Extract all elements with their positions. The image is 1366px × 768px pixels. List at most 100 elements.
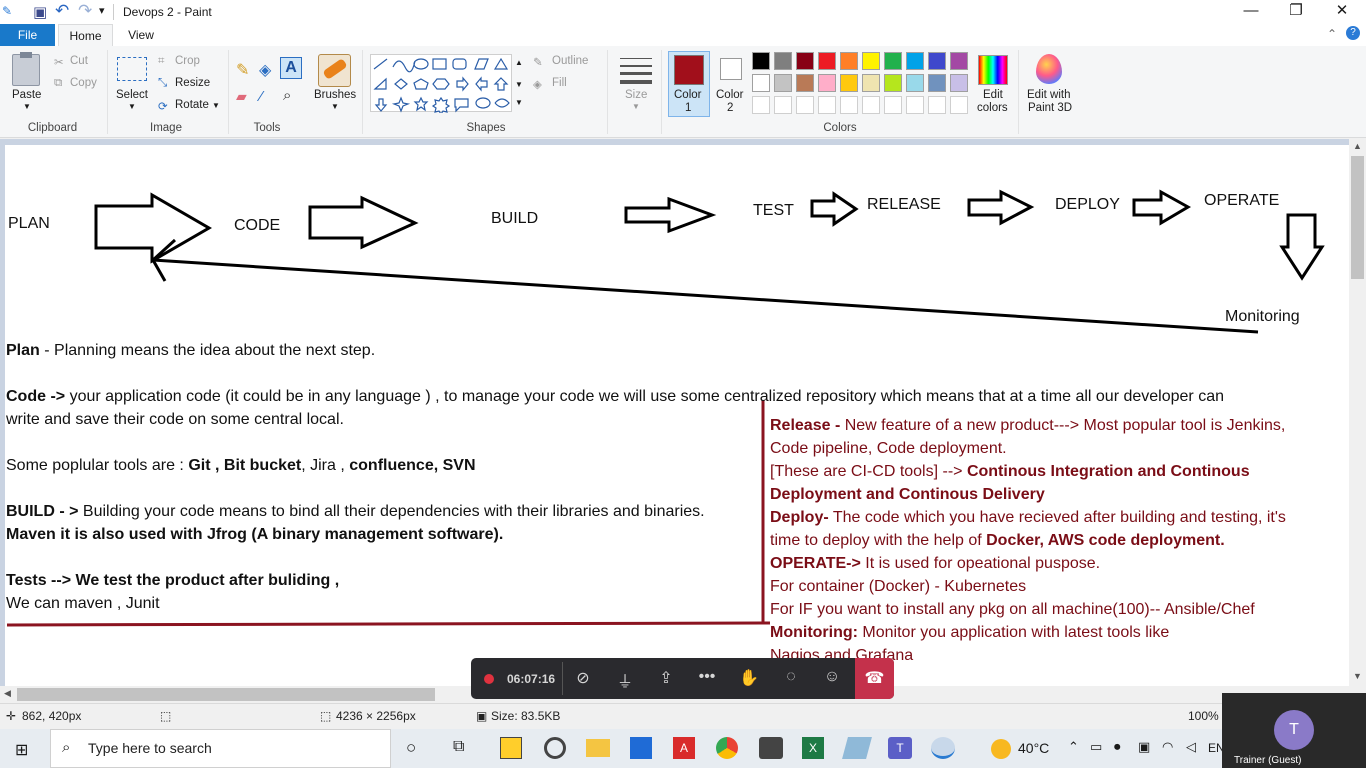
palette-color-swatch[interactable] bbox=[928, 74, 946, 92]
search-input[interactable]: Type here to search bbox=[88, 740, 212, 756]
palette-color-swatch[interactable] bbox=[818, 74, 836, 92]
tab-file[interactable]: File bbox=[0, 24, 55, 46]
horizontal-scroll-thumb[interactable] bbox=[17, 688, 435, 701]
select-chevron-icon[interactable]: ▼ bbox=[128, 102, 136, 111]
palette-color-swatch[interactable] bbox=[884, 74, 902, 92]
excel-icon[interactable]: X bbox=[802, 737, 824, 759]
palette-custom-swatch[interactable] bbox=[928, 96, 946, 114]
maximize-button[interactable]: ❐ bbox=[1273, 0, 1319, 24]
palette-custom-swatch[interactable] bbox=[840, 96, 858, 114]
shapes-more-icon[interactable]: ▼ bbox=[515, 98, 523, 107]
palette-color-swatch[interactable] bbox=[840, 74, 858, 92]
scroll-down-icon[interactable]: ▼ bbox=[1353, 671, 1362, 681]
palette-color-swatch[interactable] bbox=[906, 74, 924, 92]
task-view-icon[interactable]: ⧉ bbox=[453, 738, 464, 756]
vertical-scrollbar[interactable]: ▲ ▼ bbox=[1349, 139, 1366, 686]
redo-icon[interactable]: ↷ bbox=[78, 1, 92, 21]
palette-custom-swatch[interactable] bbox=[818, 96, 836, 114]
help-icon[interactable]: ? bbox=[1346, 26, 1360, 40]
rotate-button[interactable]: Rotate bbox=[175, 99, 209, 111]
cut-button[interactable]: Cut bbox=[70, 55, 88, 67]
participants-icon[interactable]: ☺ bbox=[814, 668, 850, 686]
recorder-icon[interactable] bbox=[544, 737, 566, 759]
drawing-canvas[interactable]: PLAN CODE BUILD TEST RELEASE DEPLOY OPER… bbox=[5, 145, 1349, 686]
volume-icon[interactable]: ◁ bbox=[1186, 739, 1196, 755]
windows-start-icon[interactable]: ⊞ bbox=[15, 740, 28, 760]
wifi-icon[interactable]: ◠ bbox=[1162, 739, 1173, 755]
file-explorer-icon[interactable] bbox=[586, 739, 610, 757]
acrobat-icon[interactable]: A bbox=[673, 737, 695, 759]
tab-view[interactable]: View bbox=[115, 24, 167, 46]
shapes-gallery[interactable] bbox=[370, 54, 512, 116]
palette-custom-swatch[interactable] bbox=[884, 96, 902, 114]
meeting-tray-icon[interactable]: ▭ bbox=[1090, 739, 1102, 755]
scroll-up-icon[interactable]: ▲ bbox=[1353, 141, 1362, 151]
palette-custom-swatch[interactable] bbox=[862, 96, 880, 114]
palette-color-swatch[interactable] bbox=[950, 74, 968, 92]
color-picker-icon[interactable]: ⁄ bbox=[260, 88, 263, 105]
palette-custom-swatch[interactable] bbox=[774, 96, 792, 114]
outline-button[interactable]: Outline bbox=[552, 55, 588, 67]
scroll-left-icon[interactable]: ◀ bbox=[4, 688, 11, 699]
chat-icon[interactable]: ◌ bbox=[773, 668, 809, 686]
paint-taskbar-icon[interactable] bbox=[931, 737, 955, 759]
raise-hand-icon[interactable]: ✋ bbox=[731, 668, 767, 688]
collapse-ribbon-icon[interactable]: ⌃ bbox=[1327, 27, 1337, 41]
edit-colors-label-b[interactable]: colors bbox=[977, 102, 1008, 114]
game-icon[interactable] bbox=[759, 737, 783, 759]
share-screen-icon[interactable]: ⇪ bbox=[648, 668, 684, 688]
palette-color-swatch[interactable] bbox=[796, 52, 814, 70]
customize-qat-icon[interactable]: ▾ bbox=[99, 4, 105, 17]
crop-button[interactable]: Crop bbox=[175, 55, 200, 67]
palette-color-swatch[interactable] bbox=[884, 52, 902, 70]
paint3d-icon[interactable] bbox=[1036, 54, 1062, 84]
minimize-button[interactable]: — bbox=[1228, 0, 1274, 24]
palette-color-swatch[interactable] bbox=[840, 52, 858, 70]
undo-icon[interactable]: ↶ bbox=[55, 1, 69, 21]
palette-color-swatch[interactable] bbox=[818, 52, 836, 70]
size-chevron-icon[interactable]: ▼ bbox=[632, 102, 640, 111]
more-options-icon[interactable]: ••• bbox=[689, 668, 725, 686]
resize-button[interactable]: Resize bbox=[175, 77, 210, 89]
shapes-scroll-up-icon[interactable]: ▲ bbox=[515, 58, 523, 67]
paint3d-label-a[interactable]: Edit with bbox=[1027, 89, 1070, 101]
eraser-icon[interactable]: ▰ bbox=[236, 88, 247, 105]
weather-temp[interactable]: 40°C bbox=[1018, 740, 1049, 756]
fill-button[interactable]: Fill bbox=[552, 77, 567, 89]
sticky-notes-icon[interactable] bbox=[500, 737, 522, 759]
rotate-chevron-icon[interactable]: ▼ bbox=[212, 101, 220, 110]
pencil-icon[interactable]: ✎ bbox=[236, 60, 249, 80]
paint3d-label-b[interactable]: Paint 3D bbox=[1028, 102, 1072, 114]
teams-icon[interactable]: T bbox=[888, 737, 912, 759]
palette-custom-swatch[interactable] bbox=[950, 96, 968, 114]
palette-color-swatch[interactable] bbox=[928, 52, 946, 70]
palette-custom-swatch[interactable] bbox=[796, 96, 814, 114]
photos-icon[interactable] bbox=[630, 737, 652, 759]
palette-color-swatch[interactable] bbox=[950, 52, 968, 70]
palette-color-swatch[interactable] bbox=[752, 74, 770, 92]
weather-icon[interactable] bbox=[991, 739, 1011, 759]
palette-color-swatch[interactable] bbox=[752, 52, 770, 70]
vertical-scroll-thumb[interactable] bbox=[1351, 156, 1364, 279]
cortana-icon[interactable]: ○ bbox=[406, 738, 416, 758]
paste-button[interactable]: Paste ▼ bbox=[8, 52, 46, 112]
palette-color-swatch[interactable] bbox=[862, 74, 880, 92]
camera-tray-icon[interactable]: ▣ bbox=[1138, 739, 1150, 755]
save-icon[interactable]: ▣ bbox=[33, 3, 47, 21]
palette-color-swatch[interactable] bbox=[774, 52, 792, 70]
palette-color-swatch[interactable] bbox=[862, 52, 880, 70]
fill-bucket-icon[interactable]: ◈ bbox=[259, 60, 271, 80]
palette-custom-swatch[interactable] bbox=[752, 96, 770, 114]
magnifier-icon[interactable]: ⌕ bbox=[283, 87, 291, 104]
palette-custom-swatch[interactable] bbox=[906, 96, 924, 114]
shapes-scroll-down-icon[interactable]: ▼ bbox=[515, 80, 523, 89]
brushes-label[interactable]: Brushes bbox=[314, 89, 356, 101]
tab-home[interactable]: Home bbox=[58, 24, 113, 46]
color2-swatch[interactable] bbox=[720, 58, 742, 80]
size-icon[interactable] bbox=[620, 58, 652, 88]
edit-colors-label-a[interactable]: Edit bbox=[983, 89, 1003, 101]
paint-app-icon[interactable]: ✎ bbox=[2, 4, 16, 18]
palette-color-swatch[interactable] bbox=[796, 74, 814, 92]
camera-off-icon[interactable]: ⊘ bbox=[565, 668, 601, 688]
close-button[interactable]: ✕ bbox=[1319, 0, 1365, 24]
